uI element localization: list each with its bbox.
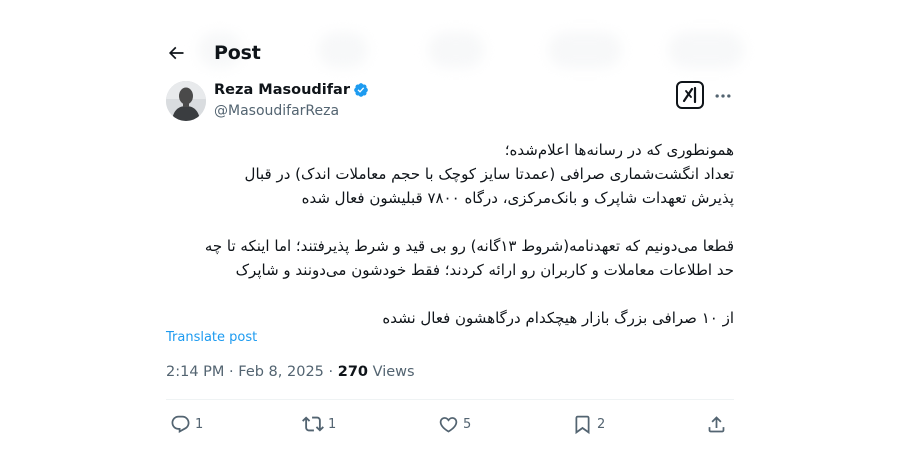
arrow-left-icon	[168, 46, 184, 60]
tweet-time[interactable]: 2:14 PM	[166, 364, 224, 380]
meta-separator: ·	[229, 364, 234, 380]
author-name-row[interactable]: Reza Masoudifar	[214, 82, 369, 98]
grok-icon	[682, 86, 697, 104]
share-button[interactable]	[706, 412, 727, 436]
views-count: 270	[337, 364, 369, 380]
repost-button[interactable]: 1	[302, 412, 336, 436]
divider	[166, 399, 734, 400]
repost-icon	[302, 416, 324, 432]
tweet-line: همونطوری که در رسانه‌ها اعلام‌شده؛	[504, 141, 734, 159]
translate-post-link[interactable]: Translate post	[166, 330, 257, 345]
reply-button[interactable]: 1	[170, 412, 203, 436]
tweet-line: پذیرش تعهدات شاپرک و بانک‌مرکزی، درگاه ۷…	[301, 189, 734, 207]
bookmark-count: 2	[597, 416, 606, 432]
avatar[interactable]	[166, 81, 206, 121]
like-button[interactable]: 5	[438, 412, 471, 436]
author-name[interactable]: Reza Masoudifar	[214, 82, 350, 98]
tweet-text: همونطوری که در رسانه‌ها اعلام‌شده؛ تعداد…	[166, 138, 734, 330]
page-title: Post	[214, 42, 261, 64]
tweet-line: قطعا می‌دونیم که تعهدنامه(شروط ۱۳گانه) ر…	[204, 237, 734, 255]
grok-button[interactable]	[676, 81, 704, 109]
reply-count: 1	[195, 416, 204, 432]
action-bar: 1 1 5 2	[166, 412, 734, 436]
heart-icon	[439, 416, 458, 433]
like-count: 5	[463, 416, 472, 432]
back-button[interactable]	[158, 36, 194, 70]
tweet-line: حد اطلاعات معاملات و کاربران رو ارائه کر…	[235, 261, 734, 279]
more-horizontal-icon	[715, 94, 731, 98]
tweet-metadata: 2:14 PM · Feb 8, 2025 · 270 Views	[166, 364, 415, 380]
tweet-line: از ۱۰ صرافی بزرگ بازار هیچکدام درگاهشون …	[382, 309, 734, 327]
reply-icon	[171, 415, 190, 433]
meta-separator: ·	[328, 364, 334, 380]
post-header: Post	[158, 36, 261, 70]
views-label: Views	[372, 364, 415, 380]
repost-count: 1	[328, 416, 337, 432]
more-options-button[interactable]	[712, 85, 734, 107]
blurred-nav-item	[668, 32, 744, 68]
author-handle[interactable]: @MasoudifarReza	[214, 103, 339, 119]
blurred-nav-item	[318, 32, 368, 68]
bookmark-button[interactable]: 2	[572, 412, 605, 436]
verified-badge-icon[interactable]	[353, 82, 369, 98]
bookmark-icon	[575, 415, 590, 434]
share-icon	[708, 415, 725, 432]
blurred-nav-item	[548, 32, 622, 68]
tweet-line: تعداد انگشت‌شماری صرافی (عمدتا سایز کوچک…	[244, 165, 734, 183]
tweet-date[interactable]: Feb 8, 2025	[238, 364, 324, 380]
blurred-nav-item	[428, 32, 484, 68]
